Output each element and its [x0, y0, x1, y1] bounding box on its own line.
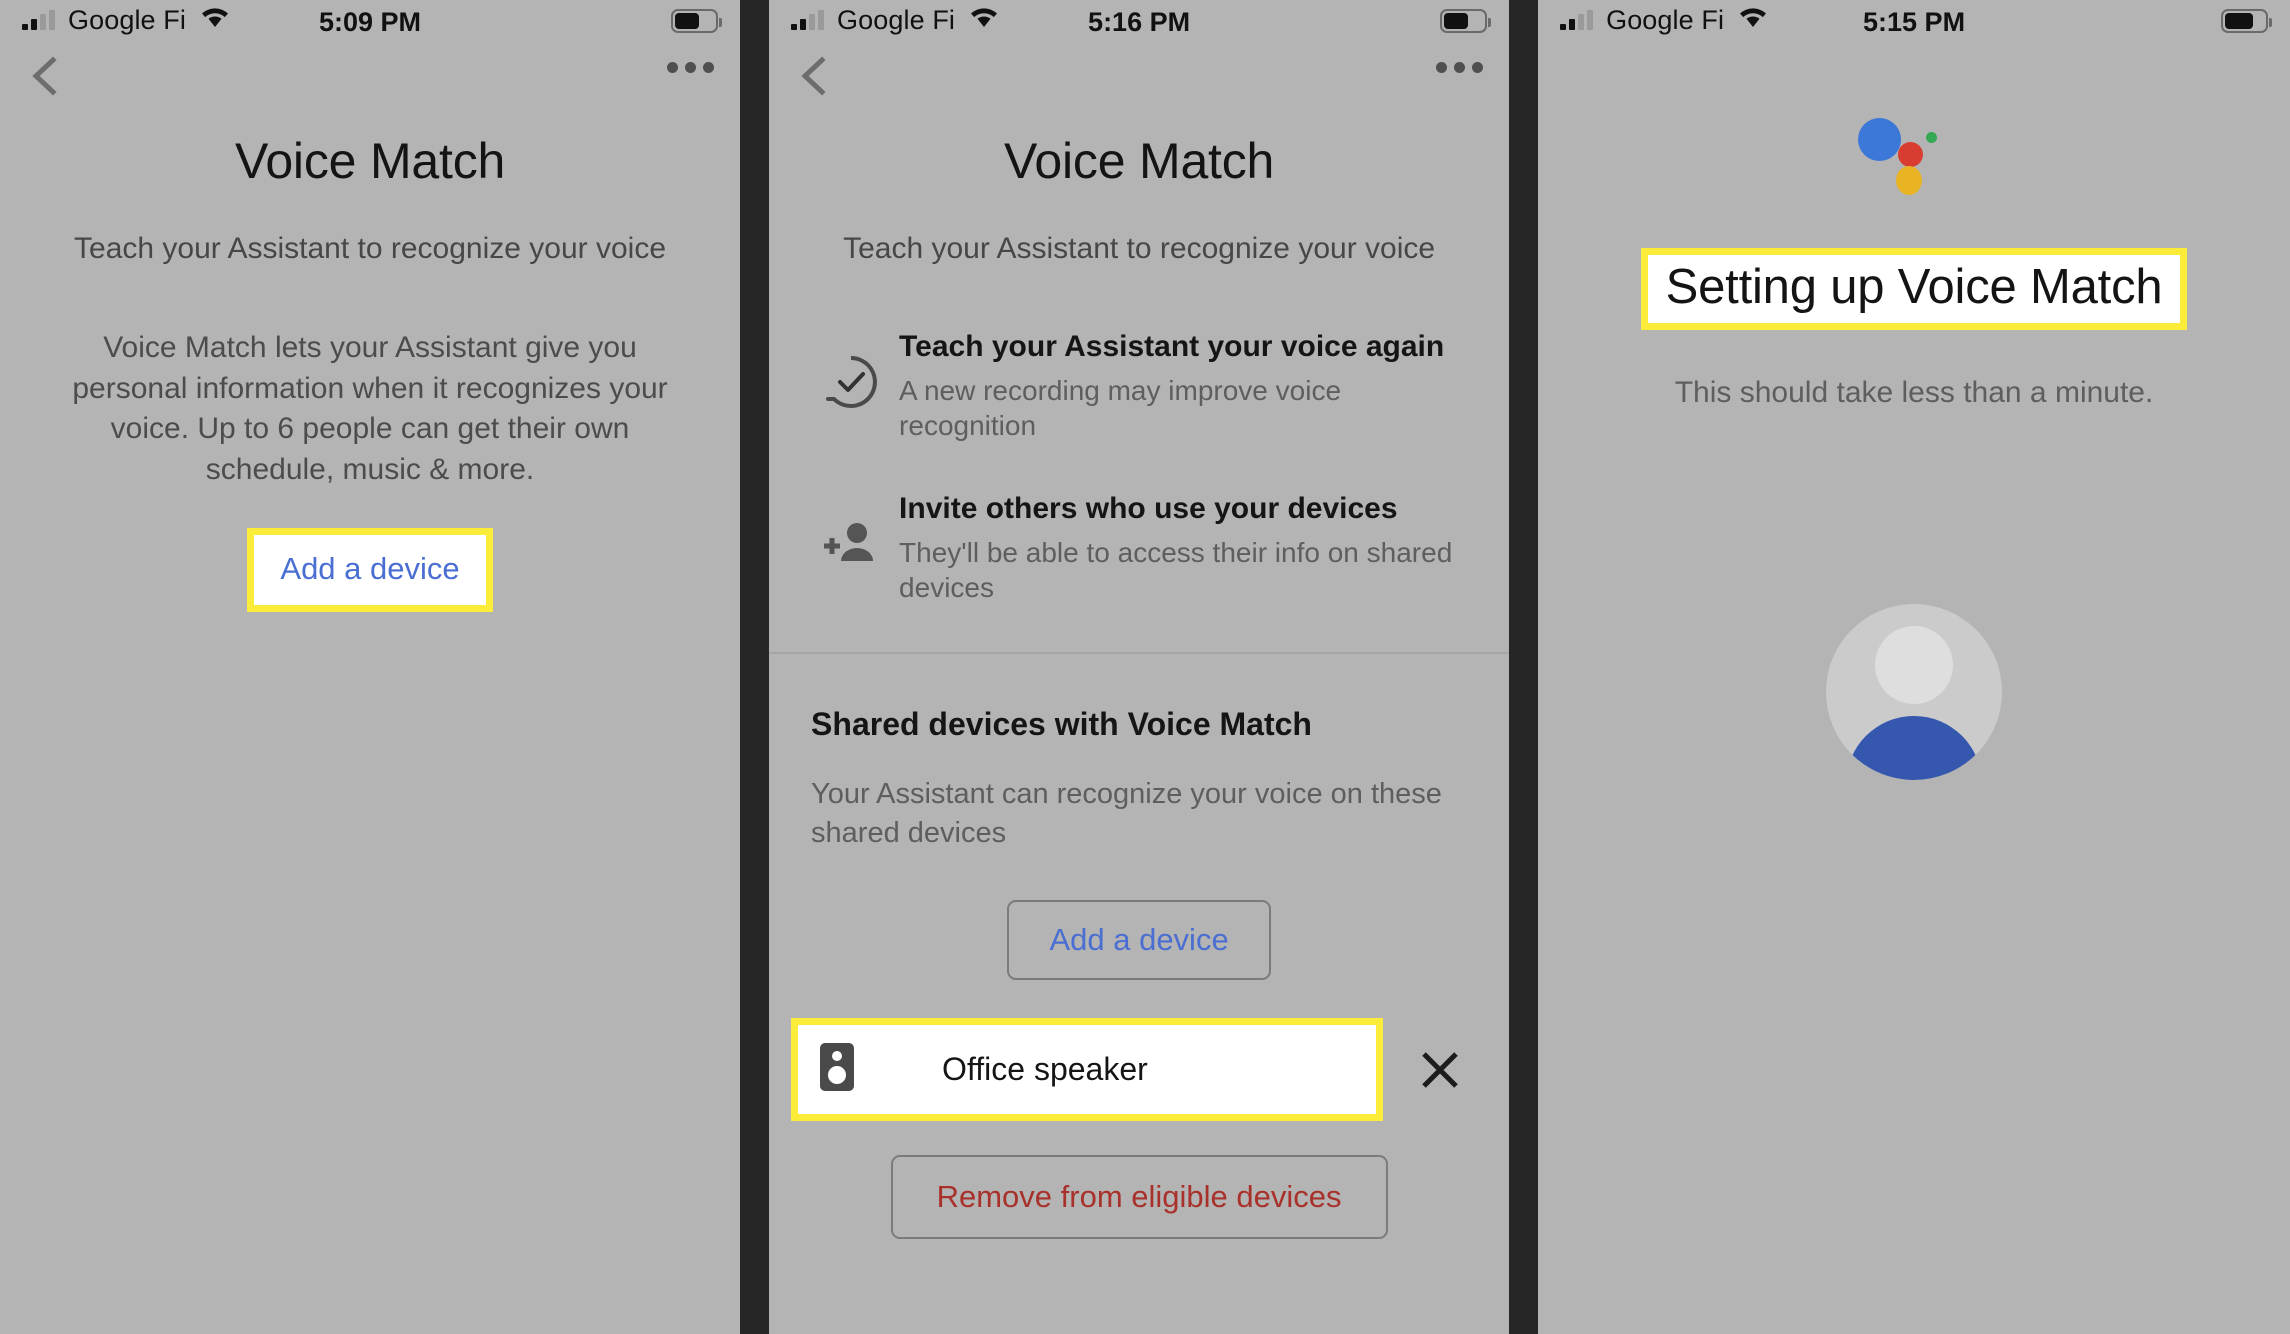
status-right [1440, 9, 1492, 33]
device-row-container: Office speaker [769, 1018, 1509, 1122]
body-description: Voice Match lets your Assistant give you… [72, 331, 668, 486]
clock-label: 5:09 PM [319, 7, 422, 37]
list-item-title: Invite others who use your devices [899, 492, 1398, 526]
assistant-dot-yellow [1896, 166, 1923, 195]
list-item[interactable]: Invite others who use your devices They'… [769, 490, 1509, 606]
battery-icon [2220, 9, 2272, 33]
list-item[interactable]: Teach your Assistant your voice again A … [769, 328, 1509, 444]
add-device-button[interactable]: Add a device [1007, 900, 1271, 981]
list-item-text: Invite others who use your devices They'… [893, 490, 1463, 606]
status-bar: Google Fi 5:16 PM [769, 0, 1509, 44]
clock-label: 5:16 PM [1088, 7, 1191, 37]
overflow-menu-button[interactable] [1436, 62, 1484, 73]
person-add-icon [809, 490, 893, 572]
screenshot-strip: Google Fi 5:09 PM Voice Match Teach your… [0, 0, 2290, 1334]
remove-from-eligible-devices-button[interactable]: Remove from eligible devices [890, 1155, 1388, 1240]
status-right [671, 9, 723, 33]
feature-list: Teach your Assistant your voice again A … [769, 328, 1509, 606]
avatar-head [1875, 626, 1954, 704]
page-title: Voice Match [1003, 133, 1275, 189]
page-subtitle: Teach your Assistant to recognize your v… [843, 232, 1436, 265]
page-title: Voice Match [234, 133, 506, 189]
page-subtitle: Teach your Assistant to recognize your v… [74, 232, 667, 265]
screen-voice-match-devices: Google Fi 5:16 PM Voice Match Teach your… [769, 0, 1510, 1334]
assistant-dot-red [1898, 142, 1924, 167]
assistant-dot-blue [1858, 118, 1902, 161]
setting-up-heading: Setting up Voice Match [1665, 260, 2163, 314]
device-row-highlighted[interactable]: Office speaker [791, 1018, 1384, 1122]
list-item-title: Teach your Assistant your voice again [899, 330, 1445, 363]
panel-divider [1509, 0, 1539, 1334]
status-bar: Google Fi 5:15 PM [1538, 0, 2290, 44]
clock-label: 5:15 PM [1863, 7, 1966, 37]
back-button[interactable] [791, 52, 839, 100]
nav-bar [0, 44, 740, 106]
assistant-dot-green [1926, 132, 1938, 143]
speaker-icon [820, 1043, 855, 1096]
check-circle-icon [809, 328, 893, 410]
status-right [2220, 9, 2272, 33]
list-item-text: Teach your Assistant your voice again A … [893, 328, 1463, 444]
setting-up-subtext: This should take less than a minute. [1674, 376, 2154, 409]
battery-icon [671, 9, 723, 33]
back-button[interactable] [22, 52, 70, 100]
close-icon[interactable] [1405, 1035, 1475, 1105]
list-item-description: A new recording may improve voice recogn… [899, 374, 1342, 442]
screen-voice-match-intro: Google Fi 5:09 PM Voice Match Teach your… [0, 0, 741, 1334]
add-device-button-highlighted[interactable]: Add a device [247, 528, 494, 612]
status-bar: Google Fi 5:09 PM [0, 0, 740, 44]
setting-up-heading-highlighted: Setting up Voice Match [1640, 248, 2188, 330]
section-heading: Shared devices with Voice Match [811, 706, 1312, 743]
avatar-body [1846, 716, 1983, 780]
section-subtext: Your Assistant can recognize your voice … [811, 778, 1442, 849]
panel-divider [740, 0, 770, 1334]
list-item-description: They'll be able to access their info on … [899, 536, 1453, 604]
device-name-label: Office speaker [942, 1051, 1148, 1088]
nav-bar [769, 44, 1509, 106]
google-assistant-logo-icon [1854, 114, 1974, 204]
avatar [1826, 604, 2003, 780]
add-device-label: Add a device [280, 551, 460, 586]
battery-icon [1440, 9, 1492, 33]
screen-setting-up-voice-match: Google Fi 5:15 PM Setting up Voice Match… [1538, 0, 2290, 1334]
overflow-menu-button[interactable] [667, 62, 715, 73]
